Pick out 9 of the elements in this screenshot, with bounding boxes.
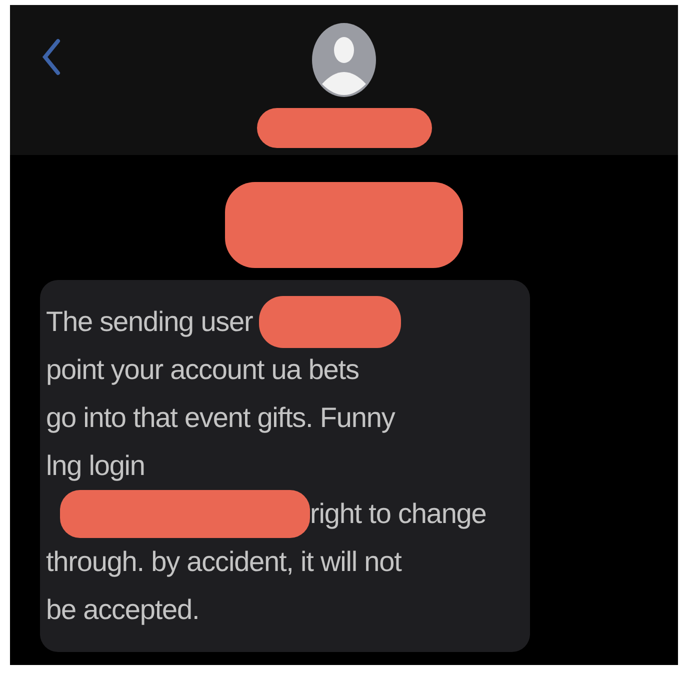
message-text: point your account ua bets: [46, 354, 359, 386]
message-text: The sending user: [46, 306, 253, 338]
message-text: lng login: [46, 450, 145, 482]
avatar-icon: [311, 22, 377, 98]
message-text: go into that event gifts. Funny: [46, 402, 395, 434]
message-text: be accepted.: [46, 594, 200, 626]
message-text: through. by accident, it will not: [46, 546, 402, 578]
back-icon[interactable]: [40, 37, 62, 77]
message-text: right to change: [310, 498, 486, 530]
